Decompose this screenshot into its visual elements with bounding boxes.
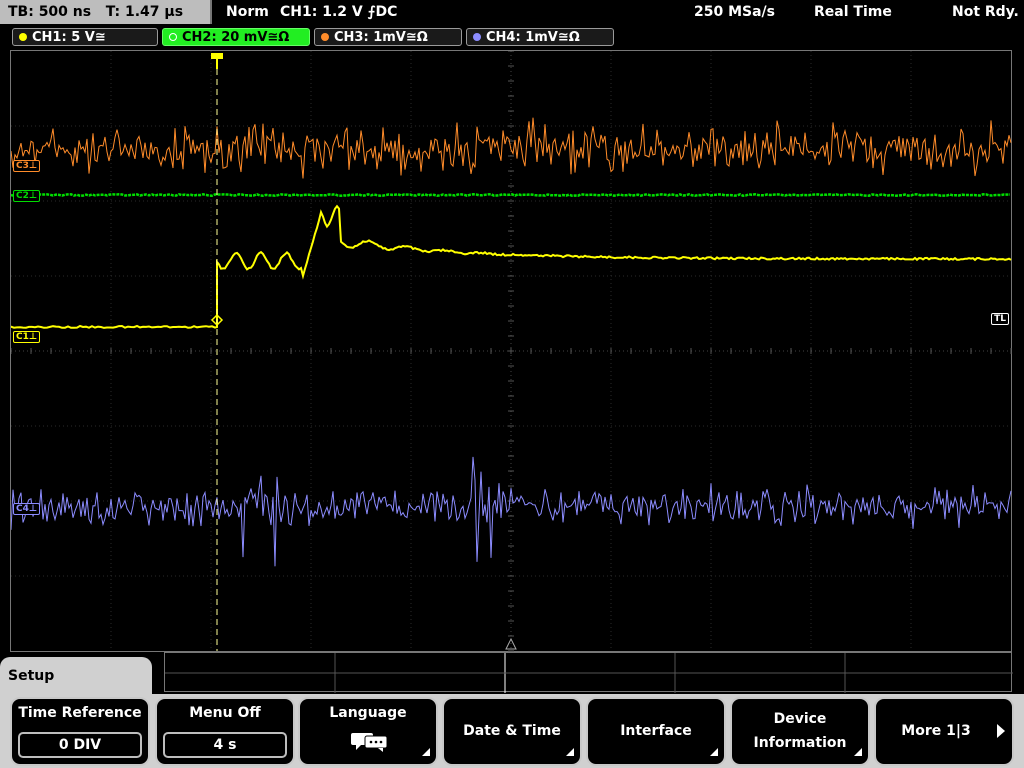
ch1-color-dot-icon [19, 33, 27, 41]
trigger-mode[interactable]: Norm [226, 0, 269, 24]
menu-off-softkey[interactable]: Menu Off 4 s [155, 697, 295, 766]
language-softkey[interactable]: Language [298, 697, 438, 766]
softkey-label: Date & Time [463, 723, 561, 739]
more-softkey[interactable]: More 1|3 [874, 697, 1014, 766]
channel-label: CH3: 1mV≅Ω [334, 30, 428, 45]
channel-tab-ch3[interactable]: CH3: 1mV≅Ω [314, 28, 462, 46]
interface-softkey[interactable]: Interface [586, 697, 726, 766]
acquisition-state: Not Rdy. [952, 4, 1019, 20]
submenu-arrow-icon [422, 748, 430, 756]
time-reference-softkey[interactable]: Time Reference 0 DIV [10, 697, 150, 766]
trigger-time-value: T: 1.47 µs [105, 4, 184, 20]
submenu-arrow-icon [566, 748, 574, 756]
ch3-color-dot-icon [321, 33, 329, 41]
next-page-arrow-icon [997, 724, 1005, 738]
timeline-strip [164, 652, 1013, 693]
softkey-label: Time Reference [18, 705, 142, 721]
ch2-color-dot-icon [169, 33, 177, 41]
menu-off-value: 4 s [163, 732, 287, 758]
softkey-label: Language [329, 705, 407, 721]
softkey-label: Menu Off [189, 705, 261, 721]
waveform-canvas [11, 51, 1012, 652]
softkey-label-line2: Information [753, 735, 847, 751]
timeline-grid [165, 653, 1013, 693]
ch3-offset-marker[interactable]: C3⊥ [13, 160, 41, 172]
softkey-label: More 1|3 [901, 723, 971, 739]
ch2-offset-marker[interactable]: C2⊥ [13, 190, 41, 202]
ch4-color-dot-icon [473, 33, 481, 41]
trigger-level-marker[interactable]: TL [991, 313, 1009, 325]
speech-bubble-icon [351, 733, 388, 752]
acquisition-mode: Real Time [814, 4, 892, 20]
submenu-arrow-icon [710, 748, 718, 756]
channel-tab-ch2[interactable]: CH2: 20 mV≅Ω [162, 28, 310, 46]
menu-title: Setup [8, 668, 55, 684]
sample-rate: 250 MSa/s [694, 4, 776, 20]
date-time-softkey[interactable]: Date & Time [442, 697, 582, 766]
device-information-softkey[interactable]: Device Information [730, 697, 870, 766]
timebase-value: TB: 500 ns [8, 4, 92, 20]
submenu-arrow-icon [854, 748, 862, 756]
trigger-position-icon [211, 53, 223, 69]
channel-label: CH2: 20 mV≅Ω [182, 30, 290, 45]
softkey-label-line1: Device [773, 711, 827, 727]
ch3-trace [11, 117, 1012, 179]
channel-tab-ch1[interactable]: CH1: 5 V≅ [12, 28, 158, 46]
channel-tab-ch4[interactable]: CH4: 1mV≅Ω [466, 28, 614, 46]
ch1-offset-marker[interactable]: C1⊥ [13, 331, 41, 343]
channel-label: CH1: 5 V≅ [32, 30, 106, 45]
waveform-display[interactable]: C3⊥ C2⊥ C1⊥ C4⊥ TL [10, 50, 1012, 652]
softkey-label: Interface [620, 723, 692, 739]
trigger-info[interactable]: CH1: 1.2 V ⨍DC [280, 0, 397, 24]
channel-label: CH4: 1mV≅Ω [486, 30, 580, 45]
ch4-offset-marker[interactable]: C4⊥ [13, 503, 41, 515]
timebase-readout[interactable]: TB: 500 ns T: 1.47 µs [0, 0, 212, 24]
time-reference-value: 0 DIV [18, 732, 142, 758]
